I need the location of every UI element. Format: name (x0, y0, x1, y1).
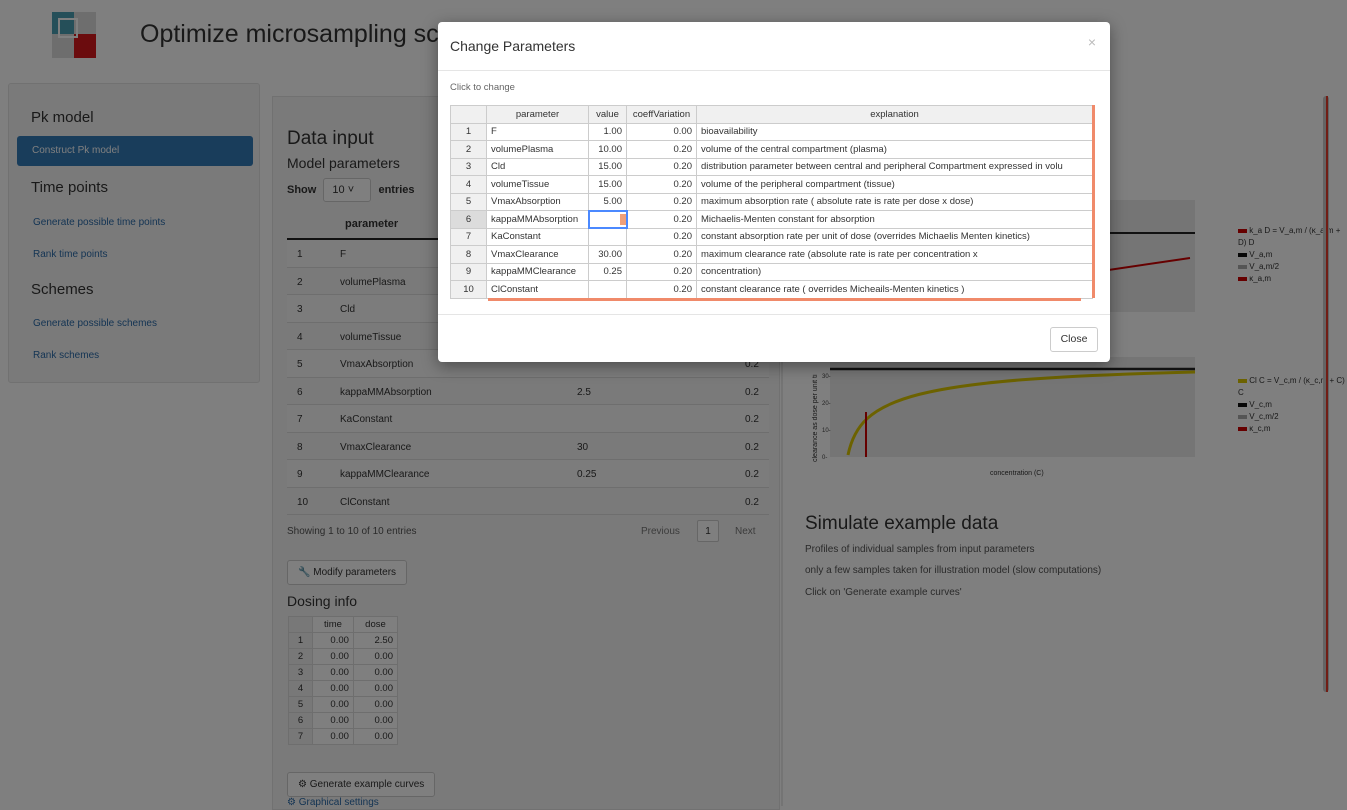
grid-row-header: 6 (450, 210, 487, 229)
grid-cell-parameter[interactable]: volumeTissue (486, 175, 589, 194)
modal-footer-divider (438, 314, 1110, 315)
grid-cell-explanation[interactable]: constant absorption rate per unit of dos… (696, 227, 1093, 246)
text-cursor (619, 213, 625, 225)
grid-cell-parameter[interactable]: volumePlasma (486, 140, 589, 159)
click-to-change-label: Click to change (450, 82, 515, 93)
grid-row-header: 9 (450, 262, 487, 281)
grid-cell-explanation[interactable]: Michaelis-Menten constant for absorption (696, 210, 1093, 229)
grid-cell-coeff[interactable]: 0.20 (626, 245, 697, 264)
grid-cell-parameter[interactable]: VmaxAbsorption (486, 192, 589, 211)
grid-row-header: 7 (450, 227, 487, 246)
grid-cell-coeff[interactable]: 0.20 (626, 227, 697, 246)
grid-col-parameter[interactable]: parameter (486, 105, 589, 124)
grid-cell-parameter[interactable]: F (486, 122, 589, 141)
grid-row-header: 2 (450, 140, 487, 159)
grid-row-header: 5 (450, 192, 487, 211)
grid-cell-value-editing[interactable] (587, 209, 628, 229)
grid-cell-coeff[interactable]: 0.20 (626, 210, 697, 229)
grid-row-header: 1 (450, 122, 487, 141)
grid-cell-explanation[interactable]: volume of the peripheral compartment (ti… (696, 175, 1093, 194)
grid-row-header: 4 (450, 175, 487, 194)
grid-cell-value[interactable]: 1.00 (588, 122, 627, 141)
grid-row: 4 volumeTissue 15.00 0.20 volume of the peri… (450, 175, 1093, 194)
grid-cell-explanation[interactable]: concentration) (696, 262, 1093, 281)
grid-vertical-scrollbar[interactable] (1092, 105, 1095, 298)
grid-cell-coeff[interactable]: 0.20 (626, 140, 697, 159)
grid-cell-value[interactable]: 5.00 (588, 192, 627, 211)
grid-row: 3 Cld 15.00 0.20 distribution parameter betw… (450, 157, 1093, 176)
grid-row-header: 8 (450, 245, 487, 264)
modal-divider (438, 70, 1110, 71)
grid-row: 7 KaConstant 0.20 constant absorption rate … (450, 227, 1093, 246)
grid-row: 1 F 1.00 0.00 bioavailability (450, 122, 1093, 141)
grid-cell-value[interactable]: 30.00 (588, 245, 627, 264)
grid-cell-explanation[interactable]: distribution parameter between central a… (696, 157, 1093, 176)
change-parameters-modal: Change Parameters × Click to change para… (438, 22, 1110, 362)
grid-col-coeffvariation[interactable]: coeffVariation (626, 105, 697, 124)
grid-col-value[interactable]: value (588, 105, 627, 124)
grid-cell-explanation[interactable]: maximum clearance rate (absolute rate is… (696, 245, 1093, 264)
grid-cell-coeff[interactable]: 0.20 (626, 157, 697, 176)
grid-cell-parameter[interactable]: KaConstant (486, 227, 589, 246)
grid-cell-coeff[interactable]: 0.20 (626, 262, 697, 281)
grid-col-explanation[interactable]: explanation (696, 105, 1093, 124)
close-icon[interactable]: × (1088, 34, 1096, 50)
grid-row: 5 VmaxAbsorption 5.00 0.20 maximum absorptio… (450, 192, 1093, 211)
grid-cell-explanation[interactable]: bioavailability (696, 122, 1093, 141)
grid-cell-parameter[interactable]: kappaMMAbsorption (486, 210, 589, 229)
grid-cell-parameter[interactable]: ClConstant (486, 280, 589, 299)
grid-cell-explanation[interactable]: volume of the central compartment (plasm… (696, 140, 1093, 159)
grid-cell-parameter[interactable]: VmaxClearance (486, 245, 589, 264)
grid-cell-value[interactable] (588, 280, 627, 299)
grid-row-header: 3 (450, 157, 487, 176)
grid-row: 2 volumePlasma 10.00 0.20 volume of the cent… (450, 140, 1093, 159)
grid-cell-parameter[interactable]: kappaMMClearance (486, 262, 589, 281)
grid-cell-coeff[interactable]: 0.00 (626, 122, 697, 141)
grid-row: 6 kappaMMAbsorption 0.20 Michaelis-Menten c… (450, 209, 1093, 229)
grid-cell-value[interactable]: 15.00 (588, 175, 627, 194)
grid-row: 8 VmaxClearance 30.00 0.20 maximum clearance… (450, 245, 1093, 264)
grid-cell-value[interactable] (588, 227, 627, 246)
modal-title: Change Parameters (450, 38, 576, 54)
grid-cell-coeff[interactable]: 0.20 (626, 175, 697, 194)
grid-cell-explanation[interactable]: constant clearance rate ( overrides Mich… (696, 280, 1093, 299)
parameters-grid: parameter value coeffVariation explanati… (450, 105, 1093, 299)
grid-row: 10 ClConstant 0.20 constant clearance rate … (450, 280, 1093, 299)
close-button[interactable]: Close (1050, 327, 1098, 352)
grid-row-header: 10 (450, 280, 487, 299)
grid-cell-coeff[interactable]: 0.20 (626, 280, 697, 299)
grid-horizontal-scrollbar[interactable] (488, 298, 1081, 301)
grid-cell-value[interactable]: 15.00 (588, 157, 627, 176)
grid-cell-parameter[interactable]: Cld (486, 157, 589, 176)
grid-cell-explanation[interactable]: maximum absorption rate ( absolute rate … (696, 192, 1093, 211)
grid-corner (450, 105, 487, 124)
grid-cell-value[interactable]: 0.25 (588, 262, 627, 281)
grid-row: 9 kappaMMClearance 0.25 0.20 concentration) (450, 262, 1093, 281)
grid-cell-value[interactable]: 10.00 (588, 140, 627, 159)
grid-cell-coeff[interactable]: 0.20 (626, 192, 697, 211)
